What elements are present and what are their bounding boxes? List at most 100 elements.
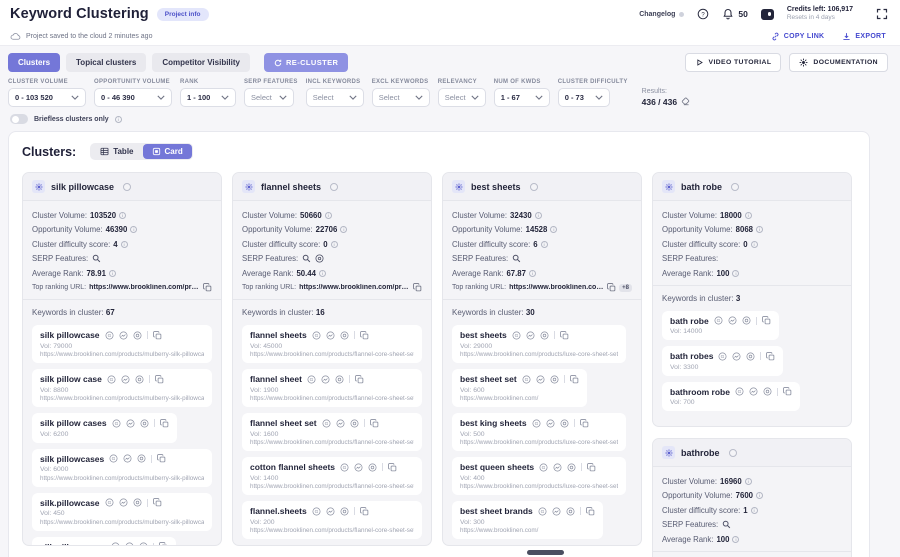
copy-icon[interactable] (155, 374, 164, 384)
intent-icon[interactable] (540, 331, 549, 340)
briefless-toggle[interactable] (10, 114, 28, 124)
tab-competitor-visibility[interactable]: Competitor Visibility (152, 53, 250, 72)
trends-icon[interactable] (749, 387, 758, 396)
copy-icon[interactable] (607, 283, 616, 292)
copy-icon[interactable] (569, 374, 579, 384)
google-search-icon[interactable]: G (105, 498, 114, 507)
serp-feature-search-icon[interactable] (512, 254, 521, 263)
trends-icon[interactable] (126, 419, 135, 428)
intent-icon[interactable] (560, 419, 569, 428)
intent-icon[interactable] (137, 454, 146, 463)
trends-icon[interactable] (728, 316, 737, 325)
google-search-icon[interactable]: G (312, 507, 321, 516)
google-search-icon[interactable]: G (112, 419, 121, 428)
info-icon[interactable]: i (550, 226, 558, 233)
google-search-icon[interactable]: G (107, 375, 116, 384)
trends-icon[interactable] (326, 331, 335, 340)
copy-icon[interactable] (152, 498, 162, 507)
trends-icon[interactable] (526, 331, 535, 340)
intent-icon[interactable] (550, 375, 559, 384)
filter-value-box[interactable]: 0 - 73 (557, 88, 610, 107)
cluster-select-radio[interactable] (123, 182, 132, 191)
copy-icon[interactable] (359, 506, 369, 516)
clear-filters-icon[interactable] (681, 97, 690, 106)
fullscreen-icon[interactable] (876, 8, 888, 20)
intent-icon[interactable] (742, 316, 751, 325)
tab-clusters[interactable]: Clusters (8, 53, 61, 72)
info-icon[interactable]: i (528, 269, 536, 277)
info-icon[interactable]: i (744, 211, 752, 219)
trends-icon[interactable] (326, 507, 335, 516)
filter-value-box[interactable]: Select (244, 88, 294, 107)
copy-icon[interactable] (159, 418, 169, 428)
horizontal-scrollbar[interactable] (527, 550, 564, 555)
copy-icon[interactable] (579, 418, 589, 428)
google-search-icon[interactable]: G (111, 542, 120, 545)
copy-icon[interactable] (783, 387, 792, 396)
info-icon[interactable]: i (750, 240, 758, 248)
intent-icon[interactable] (340, 507, 349, 516)
intent-icon[interactable] (139, 542, 148, 545)
info-icon[interactable]: i (119, 211, 127, 219)
cluster-brief-icon[interactable] (452, 180, 465, 193)
info-icon[interactable]: i (318, 269, 326, 277)
intent-icon[interactable] (335, 375, 344, 384)
google-search-icon[interactable]: G (105, 331, 114, 340)
filter-value-box[interactable]: 0 - 46 390 (94, 88, 172, 107)
trends-icon[interactable] (546, 419, 555, 428)
info-icon[interactable]: i (756, 226, 764, 233)
serp-feature-icon[interactable] (315, 254, 324, 263)
info-icon[interactable]: i (750, 506, 758, 514)
view-table-button[interactable]: Table (91, 144, 142, 159)
google-search-icon[interactable]: G (522, 375, 531, 384)
intent-icon[interactable] (350, 419, 359, 428)
trends-icon[interactable] (121, 375, 130, 384)
copy-icon[interactable] (585, 506, 595, 516)
serp-feature-search-icon[interactable] (92, 254, 101, 263)
intent-icon[interactable] (368, 463, 377, 472)
copy-icon[interactable] (157, 454, 166, 463)
intent-icon[interactable] (135, 375, 144, 384)
intent-icon[interactable] (566, 507, 575, 516)
copy-icon[interactable] (587, 462, 596, 472)
trends-icon[interactable] (123, 454, 132, 463)
project-info-button[interactable]: Project info (156, 7, 209, 21)
google-search-icon[interactable]: G (718, 352, 727, 361)
trends-icon[interactable] (536, 375, 545, 384)
info-icon[interactable]: i (120, 240, 128, 248)
intent-icon[interactable] (140, 419, 149, 428)
trends-icon[interactable] (119, 498, 128, 507)
copy-icon[interactable] (369, 418, 379, 428)
info-icon[interactable]: i (756, 492, 764, 499)
notifications-button[interactable]: 50 (722, 8, 748, 20)
intent-icon[interactable] (763, 387, 772, 396)
help-icon[interactable]: ? (697, 8, 709, 20)
changelog-link[interactable]: Changelog (639, 11, 685, 18)
copy-icon[interactable] (766, 351, 775, 361)
intent-icon[interactable] (133, 498, 142, 507)
google-search-icon[interactable]: G (714, 316, 723, 325)
intent-icon[interactable] (133, 331, 142, 340)
copy-icon[interactable] (203, 283, 212, 292)
filter-value-box[interactable]: Select (437, 88, 486, 107)
google-search-icon[interactable]: G (307, 375, 316, 384)
google-search-icon[interactable]: G (735, 387, 744, 396)
trends-icon[interactable] (732, 352, 741, 361)
google-search-icon[interactable]: G (312, 331, 321, 340)
cluster-select-radio[interactable] (731, 182, 740, 191)
filter-value-box[interactable]: Select (305, 88, 364, 107)
google-search-icon[interactable]: G (322, 419, 331, 428)
cluster-brief-icon[interactable] (662, 180, 675, 193)
copy-icon[interactable] (388, 462, 397, 472)
serp-feature-search-icon[interactable] (302, 254, 311, 263)
documentation-button[interactable]: DOCUMENTATION (789, 53, 888, 72)
info-icon[interactable]: i (732, 535, 740, 543)
info-icon[interactable]: i (108, 269, 116, 277)
filter-value-box[interactable]: 0 - 103 520 (8, 88, 86, 107)
video-tutorial-button[interactable]: VIDEO TUTORIAL (684, 53, 782, 72)
info-icon[interactable]: i (114, 115, 122, 123)
copy-icon[interactable] (152, 330, 162, 340)
recluster-button[interactable]: RE-CLUSTER (263, 53, 349, 72)
trends-icon[interactable] (354, 463, 363, 472)
copy-icon[interactable] (761, 316, 771, 325)
